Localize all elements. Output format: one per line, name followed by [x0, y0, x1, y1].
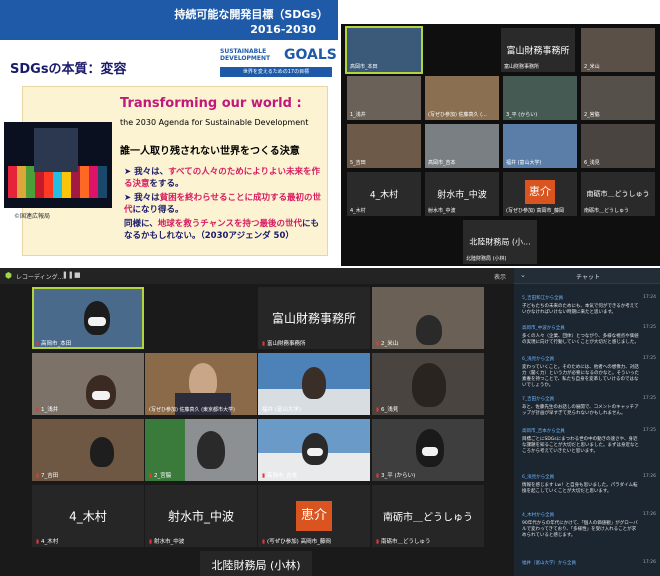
slide-subtitle: the 2030 Agenda for Sustainable Developm…	[120, 118, 309, 127]
participant-tile[interactable]: 富山財務事務所 ▮ 富山財務事務所	[258, 287, 370, 349]
zoom-gallery-main: ⬢ レコーディング... ❚❚ ■ 表示 ▮ 高岡市_本田 富山財務事務所 ▮ 富山…	[0, 268, 514, 576]
pause-icon[interactable]: ❚❚	[62, 271, 74, 279]
logo-goals: GOALS	[284, 47, 337, 63]
participant-tile[interactable]: 北陸財務局 (小林)	[200, 551, 312, 576]
slide-bullet-3: 同様に、地球を救うチャンスを持つ最後の世代にもなるかもしれない。（2030アジェ…	[124, 219, 320, 241]
recording-indicator[interactable]: レコーディング...	[16, 272, 63, 281]
participant-tile[interactable]: (写ぜひ参加) 佐藤真久 (東京都市大学)	[145, 353, 257, 415]
participant-tile[interactable]: 6_浅見	[581, 124, 655, 168]
participant-tile[interactable]: 5_吉田	[347, 124, 421, 168]
participant-tile[interactable]: 南砺市＿どうしゅう 南砺市＿どうしゅう	[581, 172, 655, 216]
participant-tile[interactable]: ▮ 2_米山	[372, 287, 484, 349]
participant-tile[interactable]: 北陸財務局 (小... 北陸財務局 (小林)	[463, 220, 537, 264]
slide-bullet-1: ➤ 我々は、すべての人々のためによりよい未来を作る決意をする。	[124, 167, 321, 189]
avatar: 恵介	[296, 501, 332, 531]
zoom-toolbar: ⬢ レコーディング... ❚❚ ■ 表示	[0, 268, 514, 284]
participant-tile[interactable]: ▮ 2_宮脇	[145, 419, 257, 481]
chat-panel: ⌄ チャット 5_吉田和江から全員 17:24 子どもたちの未来のためにも、本気…	[514, 268, 660, 576]
slide-bullet-2: ➤ 我々は貧困を終わらせることに成功する最初の世代になり得る。	[124, 193, 321, 215]
participant-tile[interactable]: 射水市_中波 射水市_中波	[425, 172, 499, 216]
slide-banner: 持続可能な開発目標（SDGs） 2016-2030	[0, 0, 338, 40]
stop-icon[interactable]: ■	[74, 271, 81, 279]
participant-tile[interactable]: 福井 (富山大学)	[258, 353, 370, 415]
participant-tile[interactable]: 2_宮脇	[581, 76, 655, 120]
slide-banner-title: 持続可能な開発目標（SDGs）	[174, 8, 328, 21]
photo-credit: ©国連広報局	[14, 213, 51, 220]
participant-tile[interactable]: 射水市_中波 ▮ 射水市_中波	[145, 485, 257, 547]
participant-tile[interactable]: ▮ 高岡市_吉本	[258, 419, 370, 481]
participant-tile[interactable]: ▮ 3_平 (からい)	[372, 419, 484, 481]
zoom-gallery-small: 高岡市_本田 富山財務事務所 富山財務事務所 2_米山 1_浅井 (写ぜひ参加)…	[341, 24, 660, 266]
participant-tile[interactable]: 高岡市_本田	[345, 26, 423, 74]
chevron-down-icon[interactable]: ⌄	[520, 271, 526, 279]
un-building-photo	[4, 122, 112, 208]
avatar: 恵介	[525, 180, 555, 204]
participant-tile[interactable]: 富山財務事務所 富山財務事務所	[501, 28, 575, 72]
chat-header: ⌄ チャット	[514, 268, 660, 284]
chat-title: チャット	[576, 274, 600, 281]
participant-tile[interactable]: 4_木村 4_木村	[347, 172, 421, 216]
presentation-slide: 持続可能な開発目標（SDGs） 2016-2030 SDGsの本質：変容 SUS…	[0, 0, 338, 266]
slide-banner-years: 2016-2030	[250, 23, 316, 36]
participant-tile[interactable]: 1_浅井	[347, 76, 421, 120]
logo-text: SUSTAINABLE DEVELOPMENT	[220, 48, 271, 62]
participant-tile[interactable]: 高岡市_吉本	[425, 124, 499, 168]
participant-tile[interactable]: ▮ 高岡市_本田	[32, 287, 144, 349]
participant-tile[interactable]: ▮ 6_浅見	[372, 353, 484, 415]
sdg-goals-logo: SUSTAINABLE DEVELOPMENT GOALS 世界を変えるための17…	[220, 46, 337, 80]
participant-tile[interactable]: 福井 (富山大学)	[503, 124, 577, 168]
view-button[interactable]: 表示	[494, 272, 506, 281]
logo-tagline: 世界を変えるための17の目標	[220, 67, 332, 77]
participant-tile[interactable]: 4_木村 ▮ 4_木村	[32, 485, 144, 547]
shield-icon: ⬢	[5, 271, 12, 280]
participant-tile[interactable]: ▮ 7_吉田	[32, 419, 144, 481]
slide-title: Transforming our world :	[120, 96, 302, 111]
participant-tile[interactable]: 恵介 (写ぜひ参加) 高岡市_藤岡	[503, 172, 577, 216]
participant-tile[interactable]: ▮ 1_浅井	[32, 353, 144, 415]
participant-tile[interactable]: 恵介 ▮ (写ぜひ参加) 高岡市_藤岡	[258, 485, 370, 547]
participant-tile[interactable]: 3_平 (からい)	[503, 76, 577, 120]
participant-tile[interactable]: (写ぜひ参加) 佐藤真久 (...	[425, 76, 499, 120]
slide-heading: SDGsの本質：変容	[10, 62, 127, 77]
participant-tile[interactable]: 2_米山	[581, 28, 655, 72]
participant-tile[interactable]: 南砺市＿どうしゅう ▮ 南砺市＿どうしゅう	[372, 485, 484, 547]
slide-leave-no-one-behind: 誰一人取り残されない世界をつくる決意	[120, 146, 300, 157]
